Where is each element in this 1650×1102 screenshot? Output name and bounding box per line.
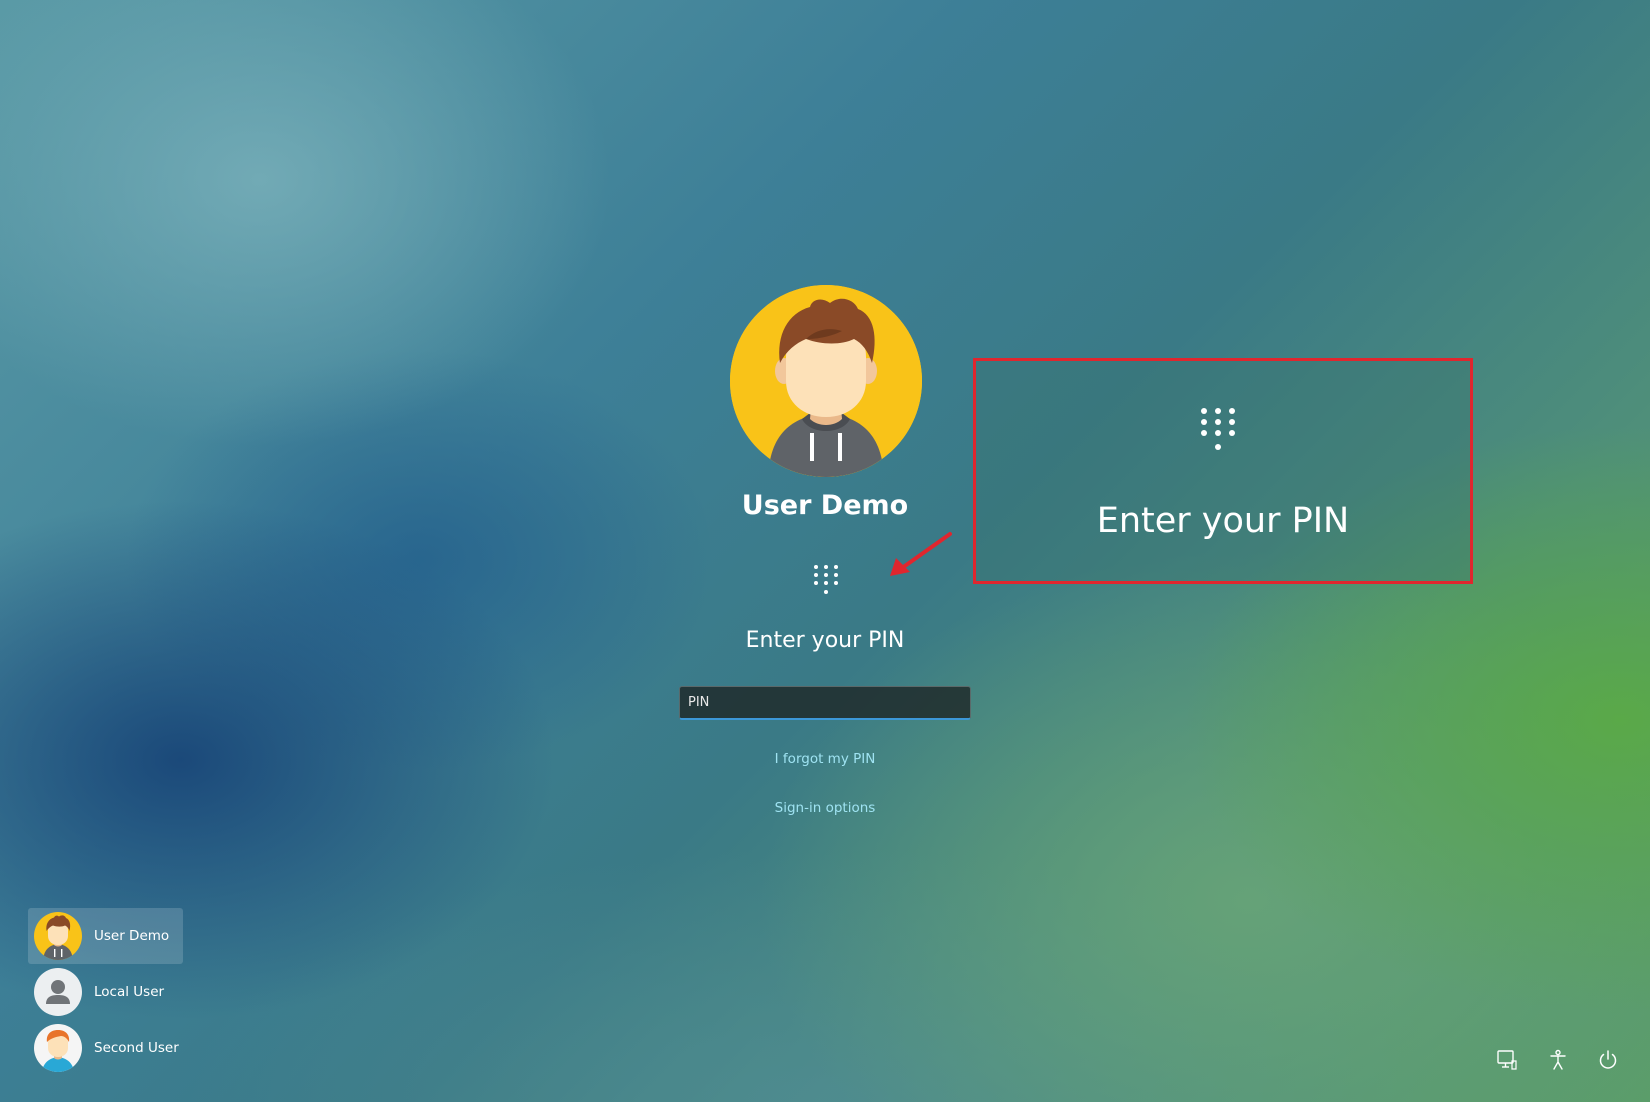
- person-avatar-icon: [730, 285, 922, 477]
- pin-keypad-icon: [1198, 407, 1238, 455]
- system-tray: [1495, 1048, 1620, 1072]
- user-item-user-demo[interactable]: User Demo: [28, 908, 183, 964]
- accessibility-icon[interactable]: [1546, 1048, 1570, 1072]
- user-item-label: Second User: [94, 1040, 179, 1056]
- annotation-arrow: [884, 530, 954, 580]
- person-avatar-icon: [34, 912, 82, 960]
- forgot-pin-link[interactable]: I forgot my PIN: [725, 751, 925, 767]
- user-avatar: [730, 285, 922, 477]
- network-icon[interactable]: [1495, 1048, 1519, 1072]
- zoom-callout: Enter your PIN: [973, 358, 1473, 584]
- user-switcher: User Demo Local User Second User: [28, 908, 188, 1076]
- user-item-label: Local User: [94, 984, 165, 1000]
- sign-in-options-link[interactable]: Sign-in options: [725, 800, 925, 816]
- user-item-local-user[interactable]: Local User: [28, 964, 183, 1020]
- user-item-label: User Demo: [94, 928, 170, 944]
- power-icon[interactable]: [1596, 1048, 1620, 1072]
- user-name: User Demo: [741, 490, 909, 521]
- person-avatar-icon: [34, 1024, 82, 1072]
- user-item-second-user[interactable]: Second User: [28, 1020, 183, 1076]
- callout-title: Enter your PIN: [1096, 501, 1350, 541]
- pin-input[interactable]: [679, 686, 971, 720]
- pin-keypad-icon: [812, 564, 840, 598]
- pin-prompt-title: Enter your PIN: [745, 628, 905, 653]
- default-user-icon: [34, 968, 82, 1016]
